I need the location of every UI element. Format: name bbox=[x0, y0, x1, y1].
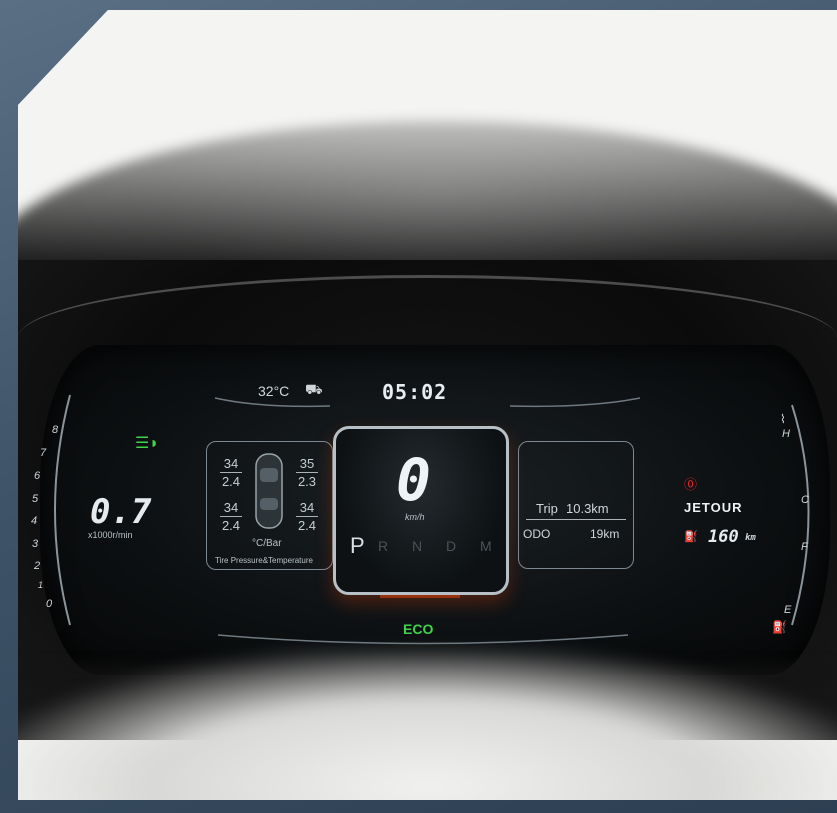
gear-inactive: R N D M bbox=[378, 538, 502, 554]
rpm-unit: x1000r/min bbox=[88, 530, 133, 540]
rpm-value: 0.7 bbox=[90, 492, 152, 532]
tach-tick: 5 bbox=[32, 493, 39, 505]
fuel-full-label: F bbox=[801, 541, 808, 553]
tire-rl-pressure: 34 bbox=[223, 500, 239, 515]
tire-fr-pressure: 35 bbox=[299, 456, 315, 471]
clock: 05:02 bbox=[382, 380, 448, 404]
odo-value: 19km bbox=[590, 527, 620, 541]
fuel-pump-icon: ⛽ bbox=[684, 531, 698, 543]
tire-fl-temp: 2.4 bbox=[221, 474, 241, 489]
divider bbox=[296, 516, 318, 517]
divider bbox=[220, 516, 242, 517]
brand-logo-text: JETOUR bbox=[684, 500, 743, 515]
drive-mode: ECO bbox=[403, 621, 434, 637]
fuel-empty-label: E bbox=[784, 604, 792, 616]
divider bbox=[220, 472, 242, 473]
tire-rl-temp: 2.4 bbox=[221, 518, 241, 533]
range-unit: km bbox=[745, 533, 756, 543]
temp-hot-label: H bbox=[782, 428, 790, 440]
coolant-icon: ⌇ bbox=[780, 412, 786, 426]
gear-active: P bbox=[350, 533, 367, 558]
tach-tick: 4 bbox=[31, 515, 38, 527]
car-icon: ⛟ bbox=[305, 381, 323, 397]
tach-tick: 0 bbox=[46, 598, 53, 610]
speed-unit: km/h bbox=[405, 512, 425, 522]
tire-rr-temp: 2.4 bbox=[297, 518, 317, 533]
tach-tick: 8 bbox=[52, 424, 59, 436]
divider bbox=[526, 519, 626, 520]
range-value: 160 bbox=[708, 527, 739, 547]
headlight-icon: ☰◗ bbox=[135, 435, 160, 452]
tire-units: °C/Bar bbox=[252, 538, 282, 549]
divider bbox=[296, 472, 318, 473]
trip-label: Trip bbox=[536, 501, 558, 516]
tach-tick: 7 bbox=[40, 447, 47, 459]
tire-rr-pressure: 34 bbox=[299, 500, 315, 515]
tire-fl-pressure: 34 bbox=[223, 456, 239, 471]
outside-temperature: 32°C bbox=[258, 383, 290, 399]
tire-caption: Tire Pressure&Temperature bbox=[215, 556, 313, 565]
tach-tick: 6 bbox=[34, 470, 41, 482]
cluster-lines bbox=[54, 394, 810, 645]
parking-brake-icon: ⓪ bbox=[684, 477, 698, 492]
tach-tick: 3 bbox=[32, 538, 39, 550]
tach-tick: 2 bbox=[34, 560, 41, 572]
odo-label: ODO bbox=[523, 527, 551, 541]
fuel-icon: ⛽ bbox=[772, 620, 787, 634]
tach-tick: 1 bbox=[38, 580, 44, 590]
temp-cold-label: C bbox=[801, 494, 809, 506]
car-top-view-icon bbox=[255, 453, 283, 529]
tire-fr-temp: 2.3 bbox=[297, 474, 317, 489]
trip-value: 10.3km bbox=[566, 501, 609, 516]
speed-value: 0 bbox=[396, 446, 431, 514]
